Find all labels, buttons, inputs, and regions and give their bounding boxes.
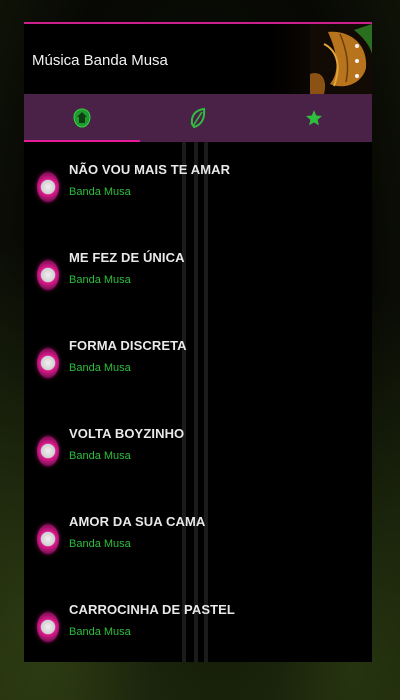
- list-item[interactable]: ME FEZ DE ÚNICA Banda Musa: [24, 230, 372, 318]
- song-artist: Banda Musa: [69, 450, 131, 462]
- song-title: NÃO VOU MAIS TE AMAR: [69, 162, 231, 177]
- list-item[interactable]: FORMA DISCRETA Banda Musa: [24, 318, 372, 406]
- song-artist: Banda Musa: [69, 186, 131, 198]
- list-item[interactable]: AMOR DA SUA CAMA Banda Musa: [24, 494, 372, 582]
- disc-icon: [37, 436, 59, 466]
- list-item[interactable]: NÃO VOU MAIS TE AMAR Banda Musa: [24, 142, 372, 230]
- overflow-menu-button[interactable]: [354, 44, 360, 78]
- song-title: FORMA DISCRETA: [69, 338, 187, 353]
- disc-icon: [37, 260, 59, 290]
- song-list[interactable]: NÃO VOU MAIS TE AMAR Banda Musa ME FEZ D…: [24, 142, 372, 662]
- list-item[interactable]: CARROCINHA DE PASTEL Banda Musa: [24, 582, 372, 662]
- disc-icon: [37, 348, 59, 378]
- tab-leaf[interactable]: [140, 94, 256, 142]
- song-title: VOLTA BOYZINHO: [69, 426, 185, 441]
- song-artist: Banda Musa: [69, 362, 131, 374]
- leaf-icon: [190, 107, 206, 129]
- app-screen: Música Banda Musa NÃO VOU MAIS TE AMAR B…: [24, 22, 372, 662]
- star-icon: [305, 110, 323, 126]
- song-title: CARROCINHA DE PASTEL: [69, 602, 235, 617]
- song-artist: Banda Musa: [69, 274, 131, 286]
- app-title: Música Banda Musa: [32, 52, 168, 69]
- tab-bar: [24, 94, 372, 142]
- list-item[interactable]: VOLTA BOYZINHO Banda Musa: [24, 406, 372, 494]
- tab-home[interactable]: [24, 94, 140, 142]
- menu-dot: [355, 74, 359, 78]
- leaf-art-icon: [310, 24, 372, 94]
- home-icon: [73, 108, 91, 128]
- disc-icon: [37, 172, 59, 202]
- song-title: AMOR DA SUA CAMA: [69, 514, 206, 529]
- tab-favorites[interactable]: [256, 94, 372, 142]
- menu-dot: [355, 59, 359, 63]
- song-artist: Banda Musa: [69, 538, 131, 550]
- disc-icon: [37, 524, 59, 554]
- disc-icon: [37, 612, 59, 642]
- song-title: ME FEZ DE ÚNICA: [69, 250, 185, 265]
- menu-dot: [355, 44, 359, 48]
- song-artist: Banda Musa: [69, 626, 131, 638]
- app-bar: Música Banda Musa: [24, 24, 372, 94]
